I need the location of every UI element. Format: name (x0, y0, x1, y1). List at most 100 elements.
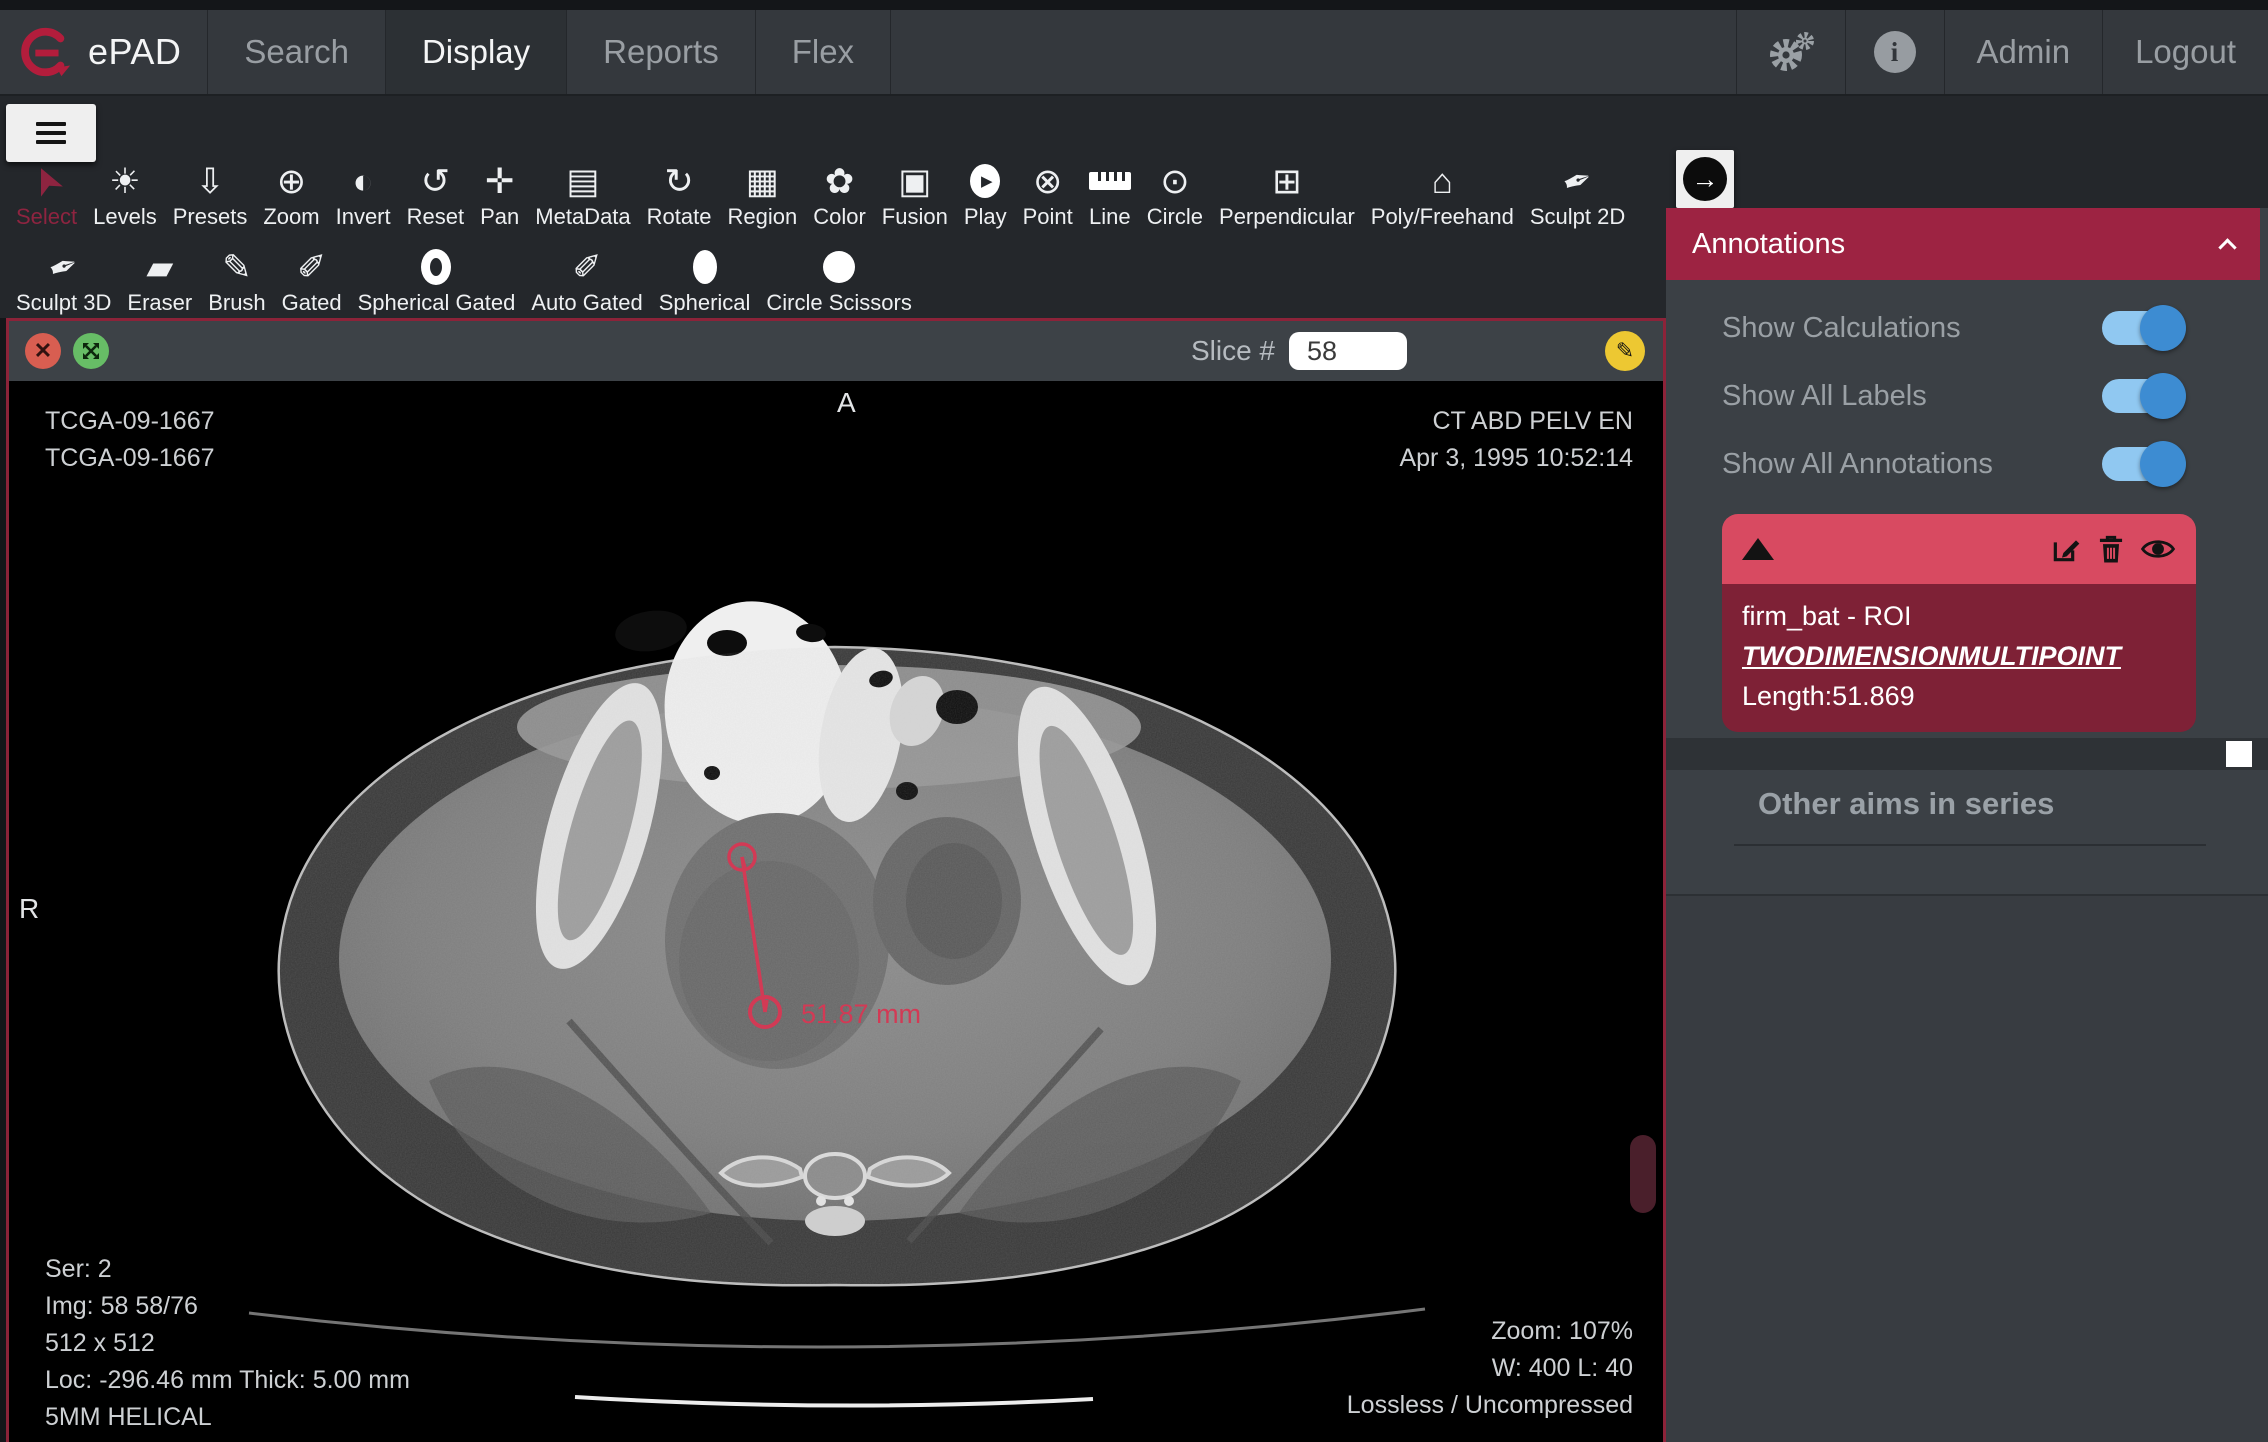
right-sidebar: → Annotations Show Calculations Show All … (1666, 96, 2268, 1442)
other-aims-section: Other aims in series (1666, 786, 2268, 846)
annotation-type: TWODIMENSIONMULTIPOINT (1742, 641, 2121, 671)
overlay-line: 512 x 512 (45, 1329, 155, 1357)
tool-label: Select (16, 204, 78, 229)
admin-link[interactable]: Admin (1943, 10, 2103, 94)
tool-label: Pan (480, 204, 520, 229)
tool-label: Line (1088, 204, 1131, 229)
tool-auto-gated[interactable]: ✐ Auto Gated (523, 244, 650, 316)
info-button[interactable]: i (1844, 10, 1944, 94)
annotations-panel: Annotations Show Calculations Show All La… (1666, 208, 2268, 1442)
tool-eraser[interactable]: ▰ Eraser (119, 244, 200, 316)
tool-circle-scissors[interactable]: Circle Scissors (758, 244, 919, 316)
slice-number-label: Slice # (1190, 335, 1275, 366)
settings-gears-button[interactable] (1735, 10, 1845, 94)
expand-viewport-button[interactable] (73, 333, 109, 369)
tab-flex[interactable]: Flex (756, 10, 892, 94)
tool-reset[interactable]: ↺ Reset (399, 158, 472, 230)
close-viewport-button[interactable]: ✕ (25, 333, 61, 369)
tab-reports[interactable]: Reports (567, 10, 756, 94)
tool-pan[interactable]: ✛ Pan (472, 158, 527, 230)
edit-annotation-icon[interactable] (2050, 533, 2082, 565)
tool-label: Auto Gated (531, 290, 643, 315)
toggle-switch[interactable] (2102, 305, 2186, 351)
tool-point[interactable]: ⊗ Point (1015, 158, 1081, 230)
pan-hand-icon: ✛ (485, 161, 515, 201)
tool-spherical-gated[interactable]: Spherical Gated (350, 244, 524, 316)
line-ruler-icon (1088, 158, 1131, 204)
annotation-toggles: Show Calculations Show All Labels Show All… (1666, 280, 2268, 498)
hamburger-icon (36, 122, 66, 126)
tool-perpendicular[interactable]: ⊞ Perpendicular (1211, 158, 1363, 230)
ct-image-area[interactable]: 51.87 mm TCGA-09-1667 TCGA-09-1667 CT ABD… (9, 381, 1663, 1442)
tool-color[interactable]: ✿ Color (805, 158, 874, 230)
tool-invert[interactable]: ◐ Invert (328, 158, 399, 230)
color-palette-icon: ✿ (824, 161, 855, 201)
perpendicular-icon: ⊞ (1272, 161, 1302, 201)
rotate-icon: ↻ (664, 161, 694, 201)
tool-spherical[interactable]: Spherical (651, 244, 759, 316)
tool-brush[interactable]: ✎ Brush (200, 244, 273, 316)
slice-number-input[interactable] (1289, 332, 1407, 370)
zoom-in-icon: ⊕ (276, 161, 307, 201)
epad-brand[interactable]: ePAD (0, 10, 209, 94)
overlay-line: Lossless / Uncompressed (1346, 1391, 1633, 1419)
viewport-header: ✕ Slice # ✎ (9, 321, 1663, 381)
toggle-label: Show All Annotations (1722, 447, 1993, 480)
tool-sculpt-3d[interactable]: ✒ Sculpt 3D (8, 244, 119, 316)
tool-poly-freehand[interactable]: ⌂ Poly/Freehand (1363, 158, 1522, 230)
overlay-line: Loc: -296.46 mm Thick: 5.00 mm (45, 1366, 410, 1394)
tool-zoom[interactable]: ⊕ Zoom (255, 158, 327, 230)
annotations-panel-header[interactable]: Annotations (1666, 208, 2260, 280)
tab-display[interactable]: Display (385, 10, 568, 94)
toggle-row-show-all-annotations: Show All Annotations (1666, 430, 2268, 498)
tool-region[interactable]: ▦ Region (719, 158, 805, 230)
logout-link[interactable]: Logout (2102, 10, 2268, 94)
epad-logo-icon (21, 27, 71, 77)
tool-sculpt-2d[interactable]: ✒ Sculpt 2D (1522, 158, 1633, 230)
annotation-card-actions (2050, 533, 2176, 565)
other-aims-divider (1734, 844, 2206, 846)
panel-lower-area (1666, 894, 2268, 1442)
tool-rotate[interactable]: ↻ Rotate (639, 158, 720, 230)
tool-levels[interactable]: ☀ Levels (85, 158, 165, 230)
toggle-knob (2140, 441, 2186, 487)
edit-pencil-button[interactable]: ✎ (1605, 331, 1645, 371)
tool-play[interactable]: ▶ Play (956, 158, 1015, 230)
overlay-line: TCGA-09-1667 (45, 444, 215, 472)
overlay-line: CT ABD PELV EN (1432, 407, 1633, 435)
visibility-eye-icon[interactable] (2140, 533, 2176, 565)
toolbar-row-1: ➤ Select ☀ Levels ⇩ Presets ⊕ Zoom ◐ Invert ↺ Reset… (8, 158, 1633, 230)
auto-gated-brush-icon: ✐ (572, 247, 602, 287)
panel-resize-handle[interactable] (2226, 741, 2252, 767)
menu-button[interactable] (6, 104, 96, 162)
tab-search[interactable]: Search (208, 10, 386, 94)
tool-metadata[interactable]: ▤ MetaData (527, 158, 638, 230)
collapse-panel-button[interactable]: → (1676, 150, 1734, 208)
tool-label: Zoom (263, 204, 320, 229)
tool-presets[interactable]: ⇩ Presets (165, 158, 256, 230)
study-info-overlay: CT ABD PELV EN Apr 3, 1995 10:52:14 (1399, 403, 1633, 477)
tool-select[interactable]: ➤ Select (8, 158, 85, 230)
toggle-label: Show Calculations (1722, 311, 1961, 344)
delete-annotation-icon[interactable] (2096, 533, 2126, 565)
tool-circle[interactable]: ⊙ Circle (1139, 158, 1211, 230)
toggle-switch[interactable] (2102, 373, 2186, 419)
toggle-row-show-calculations: Show Calculations (1666, 294, 2268, 362)
toolbar-row-2: ✒ Sculpt 3D ▰ Eraser ✎ Brush ✐ Gated Spherical G… (8, 244, 920, 316)
tool-gated[interactable]: ✐ Gated (274, 244, 350, 316)
tool-fusion[interactable]: ▣ Fusion (874, 158, 956, 230)
annotation-card[interactable]: firm_bat - ROI TWODIMENSIONMULTIPOINT Le… (1722, 514, 2196, 732)
tool-label: Spherical (658, 290, 751, 315)
slice-control: Slice # (1191, 332, 1407, 370)
toggle-switch[interactable] (2102, 441, 2186, 487)
slice-scrollbar-thumb[interactable] (1630, 1135, 1656, 1213)
panel-resize-strip (1666, 738, 2268, 770)
tool-line[interactable]: Line (1081, 158, 1139, 230)
toggle-label: Show All Labels (1722, 379, 1927, 412)
reset-icon: ↺ (420, 161, 451, 201)
presets-icon: ⇩ (195, 161, 225, 201)
sculpt-3d-brush-icon: ✒ (43, 243, 85, 291)
sculpt-2d-brush-icon: ✒ (1557, 157, 1598, 205)
app-title: ePAD (88, 31, 182, 72)
